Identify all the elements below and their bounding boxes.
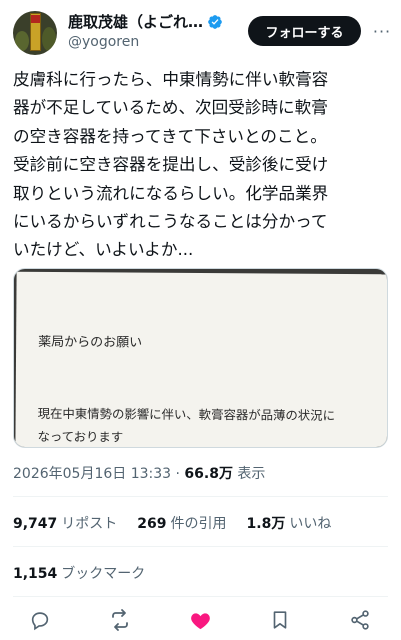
bookmark-icon: [273, 611, 287, 629]
divider: [13, 546, 388, 547]
bookmarks-count: 1,154: [13, 566, 58, 582]
handle[interactable]: @yogoren: [68, 34, 139, 50]
divider: [13, 496, 388, 497]
name-row: 鹿取茂雄（よごれ…: [68, 11, 223, 32]
heart-icon: [190, 612, 210, 629]
share-button[interactable]: [346, 606, 374, 634]
quotes-label: 件の引用: [170, 516, 227, 532]
more-options-icon[interactable]: ···: [370, 16, 394, 46]
tweet-header: 鹿取茂雄（よごれ… @yogoren フォローする ···: [0, 0, 401, 62]
quotes-count: 269: [137, 516, 167, 532]
notice-title: 薬局からのお願い: [38, 334, 143, 351]
tweet-text: 皮膚科に行ったら、中東情勢に伴い軟膏容 器が不足しているため、次回受診時に軟膏 …: [13, 70, 329, 260]
divider: [13, 596, 388, 597]
likes-stat[interactable]: 1.8万 いいね: [247, 513, 332, 533]
avatar[interactable]: [13, 11, 57, 55]
likes-count: 1.8万: [246, 516, 286, 532]
share-icon: [351, 610, 369, 630]
like-button[interactable]: [186, 606, 214, 634]
notice-body: 現在中東情勢の影響に伴い、軟膏容器が品薄の状況に なっております そのため再利用…: [37, 405, 336, 445]
notice-content: 薬局からのお願い 現在中東情勢の影響に伴い、軟膏容器が品薄の状況に なっておりま…: [36, 284, 387, 447]
bookmarks-stat[interactable]: 1,154 ブックマーク: [13, 563, 145, 583]
repost-button[interactable]: [106, 606, 134, 634]
tweet-photo[interactable]: 薬局からのお願い 現在中東情勢の影響に伴い、軟膏容器が品薄の状況に なっておりま…: [13, 268, 388, 448]
bookmarks-label: ブックマーク: [61, 566, 146, 582]
likes-label: いいね: [289, 516, 332, 532]
reposts-count: 9,747: [13, 516, 58, 532]
bookmark-button[interactable]: [266, 606, 294, 634]
avatar-foliage: [15, 31, 29, 51]
reply-icon: [31, 612, 49, 631]
reposts-label: リポスト: [61, 516, 118, 532]
avatar-foliage: [42, 27, 56, 51]
meta-separator: ·: [171, 466, 185, 482]
timestamp[interactable]: 2026年05月16日 13:33: [13, 466, 171, 482]
tweet-meta: 2026年05月16日 13:33 · 66.8万 表示: [13, 463, 265, 483]
engagement-stats: 9,747 リポスト 269 件の引用 1.8万 いいね: [13, 513, 351, 533]
notice-paper: 薬局からのお願い 現在中東情勢の影響に伴い、軟膏容器が品薄の状況に なっておりま…: [15, 271, 387, 447]
reposts-stat[interactable]: 9,747 リポスト: [13, 513, 117, 533]
reply-button[interactable]: [26, 606, 54, 634]
repost-icon: [112, 609, 128, 631]
verified-badge-icon: [208, 14, 222, 29]
views-count: 66.8万: [184, 466, 233, 482]
quotes-stat[interactable]: 269 件の引用: [137, 513, 226, 533]
views-label: 表示: [232, 466, 266, 482]
display-name[interactable]: 鹿取茂雄（よごれ…: [68, 11, 203, 32]
avatar-signpost-top: [31, 15, 40, 23]
follow-button[interactable]: フォローする: [248, 16, 361, 46]
action-bar: [0, 604, 401, 640]
